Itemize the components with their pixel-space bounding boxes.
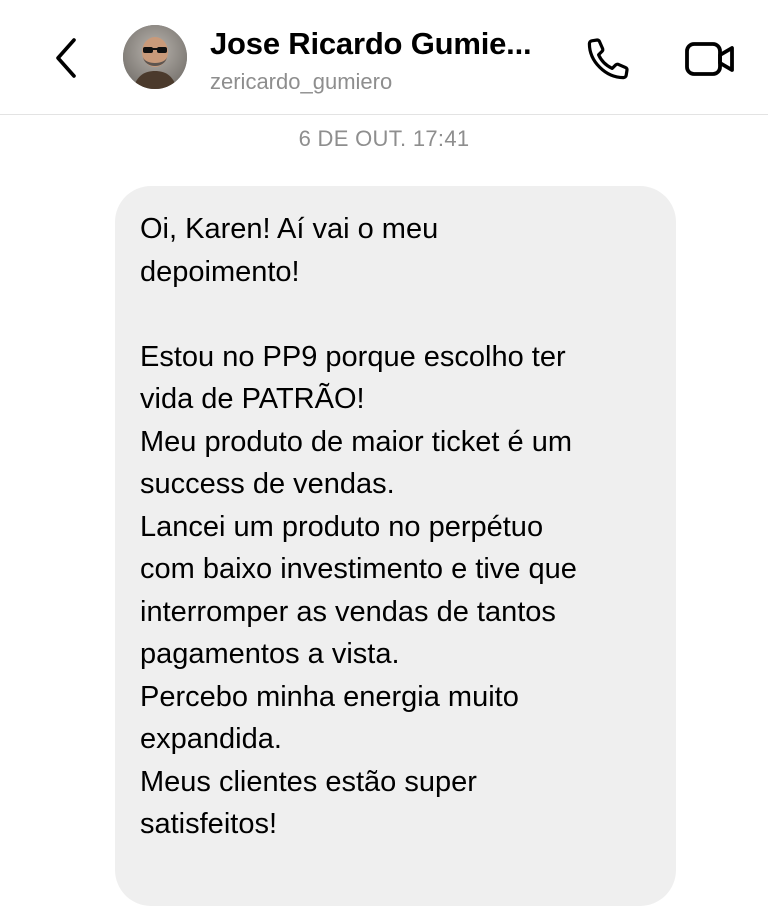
message-line: satisfeitos! bbox=[140, 808, 277, 840]
video-camera-icon bbox=[685, 42, 734, 76]
message-line: Percebo minha energia muito bbox=[140, 680, 519, 713]
message-line: Estou no PP9 porque escolho ter bbox=[140, 340, 566, 373]
message-timestamp: 6 DE OUT. 17:41 bbox=[298, 126, 470, 151]
message-line: interromper as vendas de tantos bbox=[140, 595, 556, 628]
message-line: Meus clientes estão super bbox=[140, 765, 477, 798]
message-line: Meu produto de maior ticket é um bbox=[140, 425, 572, 458]
message-line: expandida. bbox=[140, 723, 282, 755]
message-line: vida de PATRÃO! bbox=[140, 383, 365, 415]
message-line: Lancei um produto no perpétuo bbox=[140, 510, 544, 543]
phone-icon bbox=[587, 38, 629, 80]
video-call-button[interactable] bbox=[680, 33, 740, 85]
message-line: depoimento! bbox=[140, 255, 300, 288]
chevron-left-icon bbox=[56, 38, 76, 78]
chat-header: Jose Ricardo Gumie... zericardo_gumiero bbox=[0, 0, 768, 115]
message-line: com baixo investimento e tive que bbox=[140, 553, 577, 585]
avatar-photo bbox=[123, 25, 187, 89]
contact-handle[interactable]: zericardo_gumiero bbox=[210, 68, 392, 96]
message-line: Oi, Karen! Aí vai o meu bbox=[140, 213, 439, 245]
avatar[interactable] bbox=[123, 25, 187, 89]
message-line: success de vendas. bbox=[140, 468, 395, 500]
voice-call-button[interactable] bbox=[582, 33, 634, 85]
message-bubble[interactable]: Oi, Karen! Aí vai o meu depoimento! Esto… bbox=[115, 186, 676, 906]
message-line: pagamentos a vista. bbox=[140, 638, 400, 670]
contact-name[interactable]: Jose Ricardo Gumie... bbox=[210, 26, 570, 62]
back-button[interactable] bbox=[44, 30, 88, 86]
